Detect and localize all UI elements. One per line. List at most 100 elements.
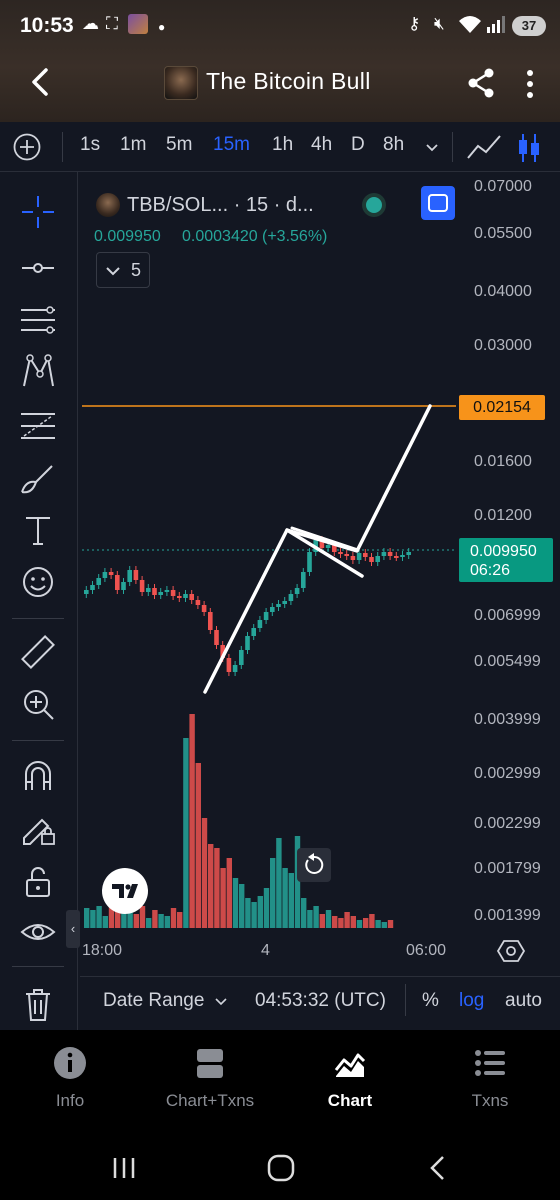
price-tick: 0.07000	[474, 178, 532, 195]
auto-scale-toggle[interactable]: auto	[505, 990, 542, 1012]
chart-settings-icon[interactable]	[496, 936, 526, 966]
list-icon	[475, 1050, 505, 1076]
reset-chart-button[interactable]	[297, 848, 331, 882]
volume-bar	[363, 918, 369, 928]
volume-bar	[121, 912, 127, 928]
chevron-down-icon	[214, 994, 228, 1008]
candle-body	[115, 575, 120, 590]
candle-body	[288, 594, 294, 601]
candle-body	[146, 588, 151, 592]
candle-body	[375, 556, 380, 562]
candle-body	[226, 658, 232, 672]
system-back-icon[interactable]	[424, 1153, 452, 1183]
candle-body	[189, 594, 194, 600]
candle-body	[394, 556, 399, 558]
candle-body	[139, 580, 145, 592]
candle-body	[307, 552, 312, 572]
candle-body	[344, 554, 349, 556]
candle-body	[301, 572, 306, 588]
volume-bar	[387, 920, 394, 928]
volume-bar	[325, 910, 332, 928]
candle-body	[239, 650, 244, 665]
volume-bar	[183, 738, 189, 928]
tab-label: Info	[55, 1091, 85, 1110]
price-tick: 0.005499	[474, 653, 541, 670]
tab-chart-txns[interactable]: Chart+Txns	[150, 1046, 270, 1111]
target-price-badge: 0.02154	[459, 395, 545, 420]
tab-label: Chart+Txns	[165, 1091, 255, 1110]
candle-body	[158, 592, 163, 595]
candle-body	[350, 556, 356, 560]
volume-bar	[195, 763, 201, 928]
indicators-toggle[interactable]: 5	[96, 252, 150, 288]
candle-body	[152, 588, 157, 595]
bar-divider	[405, 984, 406, 1016]
tab-txns[interactable]: Txns	[430, 1046, 550, 1111]
candle-body	[133, 570, 139, 580]
tab-chart[interactable]: Chart	[290, 1046, 410, 1111]
volume-bar	[288, 873, 294, 928]
price-tick: 0.01200	[474, 507, 532, 524]
candle-body	[170, 590, 176, 596]
volume-bar	[301, 898, 307, 928]
candle-body	[245, 636, 250, 650]
time-tick: 18:00	[82, 942, 123, 959]
volume-bar	[350, 916, 356, 928]
volume-bar	[276, 838, 282, 928]
volume-bar	[338, 918, 344, 928]
legend-price: 0.009950	[94, 228, 161, 245]
tab-label: Chart	[327, 1091, 373, 1110]
date-range-button[interactable]: Date Range	[103, 990, 204, 1012]
candle-body	[369, 557, 374, 562]
bar-countdown: 06:26	[470, 562, 511, 579]
volume-bar	[282, 868, 288, 928]
candle-body	[208, 612, 213, 630]
candle-body	[201, 605, 207, 612]
indicators-count: 5	[131, 260, 142, 280]
last-price-value: 0.009950	[470, 543, 537, 560]
volume-bar	[319, 914, 325, 928]
volume-bar	[369, 914, 375, 928]
candle-body	[108, 572, 114, 575]
volume-bar	[133, 914, 139, 928]
candle-body	[164, 590, 170, 592]
candle-body	[84, 590, 89, 594]
volume-bar	[239, 884, 245, 928]
candle-body	[356, 553, 362, 560]
volume-bar	[251, 902, 257, 928]
symbol-legend[interactable]: TBB/SOL... · 15 · d...	[127, 194, 314, 217]
volume-bar	[189, 714, 195, 928]
candle-body	[127, 570, 132, 582]
tab-info[interactable]: Info	[10, 1046, 130, 1111]
candle-body	[282, 601, 287, 604]
price-tick: 0.002999	[474, 765, 541, 782]
utc-clock[interactable]: 04:53:32 (UTC)	[255, 990, 386, 1012]
time-tick: 4	[261, 942, 270, 959]
chart-icon	[334, 1053, 366, 1077]
candle-body	[214, 630, 219, 645]
candle-body	[338, 552, 343, 554]
volume-bar	[270, 858, 276, 928]
time-tick: 06:00	[406, 942, 447, 959]
candle-body	[183, 594, 188, 598]
recent-apps-icon[interactable]	[110, 1154, 138, 1182]
flag-lower-line-drawing	[285, 528, 364, 578]
volume-bar	[177, 912, 183, 928]
price-tick: 0.001799	[474, 860, 541, 877]
candle-body	[406, 552, 411, 555]
log-scale-toggle[interactable]: log	[459, 990, 484, 1012]
split-icon	[197, 1049, 223, 1078]
home-icon[interactable]	[266, 1153, 296, 1183]
percent-scale-toggle[interactable]: %	[422, 990, 439, 1012]
tradingview-logo[interactable]	[102, 868, 148, 914]
price-tick: 0.006999	[474, 607, 541, 624]
price-tick: 0.03000	[474, 337, 532, 354]
candle-body	[381, 552, 387, 556]
candle-body	[294, 588, 300, 594]
volume-bar	[220, 868, 226, 928]
market-status-dot	[366, 197, 382, 213]
candle-body	[96, 578, 101, 585]
volume-bar	[84, 908, 90, 928]
fullscreen-button[interactable]	[421, 186, 455, 220]
volume-bar	[313, 906, 319, 928]
